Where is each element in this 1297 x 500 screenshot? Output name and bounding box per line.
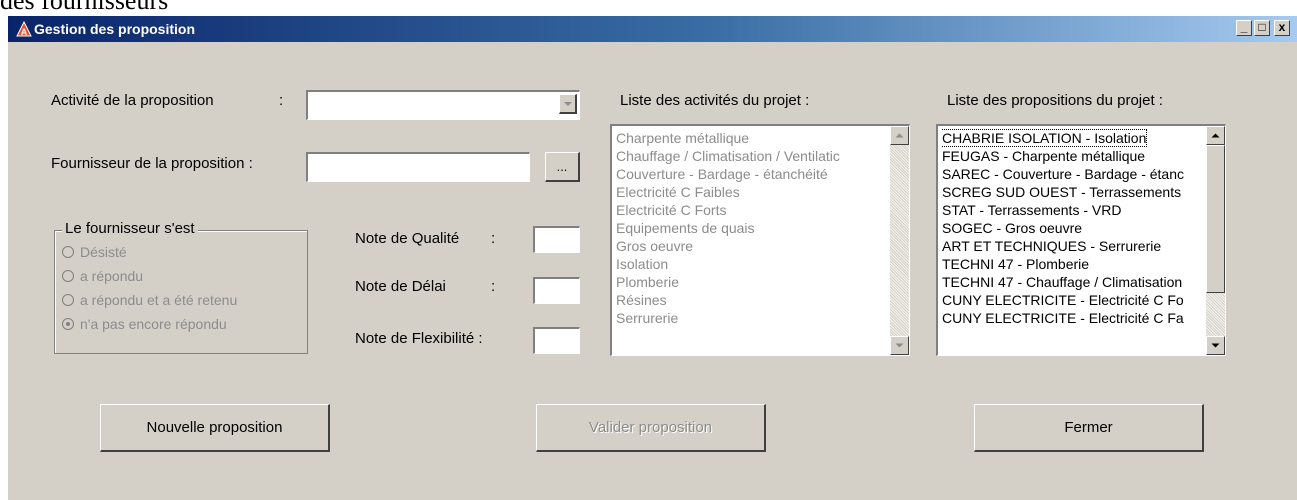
supplier-status-caption: Le fournisseur s'est bbox=[62, 220, 198, 237]
radio-repondu-retenu[interactable]: a répondu et a été retenu bbox=[62, 292, 237, 308]
list-item[interactable]: TECHNI 47 - Chauffage / Climatisation bbox=[942, 273, 1203, 291]
propositions-listbox[interactable]: CHABRIE ISOLATION - Isolation FEUGAS - C… bbox=[936, 124, 1226, 356]
list-item[interactable]: Electricité C Faibles bbox=[616, 183, 887, 201]
validate-proposition-button[interactable]: Valider proposition bbox=[536, 404, 766, 452]
list-item[interactable]: Gros oeuvre bbox=[616, 237, 887, 255]
combo-arrow-icon[interactable] bbox=[559, 94, 577, 114]
list-item[interactable]: Charpente métallique bbox=[616, 129, 887, 147]
list-item[interactable]: FEUGAS - Charpente métallique bbox=[942, 147, 1203, 165]
list-item[interactable]: STAT - Terrassements - VRD bbox=[942, 201, 1203, 219]
close-button[interactable]: Fermer bbox=[974, 404, 1204, 452]
title-bar[interactable]: A Gestion des proposition _ □ x bbox=[8, 16, 1297, 42]
window-title: Gestion des proposition bbox=[34, 21, 196, 37]
quality-note-label: Note de Qualité bbox=[355, 230, 460, 247]
new-proposition-button[interactable]: Nouvelle proposition bbox=[100, 404, 330, 452]
supplier-input[interactable] bbox=[306, 152, 530, 182]
list-item[interactable]: CUNY ELECTRICITE - Electricité C Fo bbox=[942, 291, 1203, 309]
activities-listbox[interactable]: Charpente métallique Chauffage / Climati… bbox=[610, 124, 910, 356]
warning-a-icon: A bbox=[16, 21, 32, 37]
flexibility-note-input[interactable] bbox=[533, 327, 580, 354]
svg-text:A: A bbox=[21, 27, 28, 37]
list-item[interactable]: TECHNI 47 - Plomberie bbox=[942, 255, 1203, 273]
list-item[interactable]: CUNY ELECTRICITE - Electricité C Fa bbox=[942, 309, 1203, 327]
proposition-window: A Gestion des proposition _ □ x Activité… bbox=[8, 16, 1297, 500]
activity-combobox[interactable] bbox=[306, 90, 580, 120]
maximize-button[interactable]: □ bbox=[1254, 20, 1270, 36]
list-item[interactable]: Plomberie bbox=[616, 273, 887, 291]
radio-a-repondu-label: a répondu bbox=[80, 268, 144, 284]
list-item[interactable]: ART ET TECHNIQUES - Serrurerie bbox=[942, 237, 1203, 255]
scroll-down-icon[interactable] bbox=[1206, 336, 1225, 355]
browse-supplier-button[interactable]: ... bbox=[545, 152, 580, 182]
propositions-scrollbar[interactable] bbox=[1206, 126, 1225, 355]
radio-pas-encore-repondu-label: n'a pas encore répondu bbox=[80, 316, 227, 332]
list-item[interactable]: Electricité C Forts bbox=[616, 201, 887, 219]
list-item[interactable]: SAREC - Couverture - Bardage - étanc bbox=[942, 165, 1203, 183]
radio-pas-encore-repondu[interactable]: n'a pas encore répondu bbox=[62, 316, 227, 332]
scroll-up-icon[interactable] bbox=[890, 126, 909, 145]
list-item[interactable]: SCREG SUD OUEST - Terrassements bbox=[942, 183, 1203, 201]
radio-a-repondu[interactable]: a répondu bbox=[62, 268, 143, 284]
close-window-button[interactable]: x bbox=[1274, 20, 1290, 36]
radio-repondu-retenu-label: a répondu et a été retenu bbox=[80, 292, 238, 308]
list-item[interactable]: Résines bbox=[616, 291, 887, 309]
supplier-label: Fournisseur de la proposition : bbox=[51, 155, 253, 172]
activity-colon: : bbox=[279, 92, 284, 109]
scroll-up-icon[interactable] bbox=[1206, 126, 1225, 145]
radio-circle-checked[interactable] bbox=[62, 318, 74, 330]
radio-desiste-label: Désisté bbox=[80, 244, 127, 260]
list-item[interactable]: CHABRIE ISOLATION - Isolation bbox=[942, 129, 1203, 147]
list-item[interactable]: Couverture - Bardage - étanchéité bbox=[616, 165, 887, 183]
list-item[interactable]: Equipements de quais bbox=[616, 219, 887, 237]
flexibility-note-label: Note de Flexibilité : bbox=[355, 330, 483, 347]
radio-circle[interactable] bbox=[62, 294, 74, 306]
delay-note-colon: : bbox=[491, 278, 496, 295]
scrollbar-thumb[interactable] bbox=[1206, 145, 1225, 293]
radio-circle[interactable] bbox=[62, 246, 74, 258]
list-item[interactable]: Isolation bbox=[616, 255, 887, 273]
delay-note-label: Note de Délai bbox=[355, 278, 446, 295]
propositions-list-header: Liste des propositions du projet : bbox=[947, 92, 1163, 109]
activity-label: Activité de la proposition bbox=[51, 92, 214, 109]
document-text-fragment: des fournisseurs bbox=[0, 0, 169, 15]
radio-desiste[interactable]: Désisté bbox=[62, 244, 127, 260]
scroll-down-icon[interactable] bbox=[890, 336, 909, 355]
quality-note-input[interactable] bbox=[533, 226, 580, 253]
activities-scrollbar[interactable] bbox=[890, 126, 909, 355]
quality-note-colon: : bbox=[491, 230, 496, 247]
list-item[interactable]: SOGEC - Gros oeuvre bbox=[942, 219, 1203, 237]
minimize-button[interactable]: _ bbox=[1236, 20, 1252, 36]
delay-note-input[interactable] bbox=[533, 277, 580, 304]
radio-circle[interactable] bbox=[62, 270, 74, 282]
list-item[interactable]: Chauffage / Climatisation / Ventilatic bbox=[616, 147, 887, 165]
activities-list-header: Liste des activités du projet : bbox=[620, 92, 810, 109]
list-item[interactable]: Serrurerie bbox=[616, 309, 887, 327]
list-item-text: CHABRIE ISOLATION - Isolation bbox=[942, 129, 1148, 147]
